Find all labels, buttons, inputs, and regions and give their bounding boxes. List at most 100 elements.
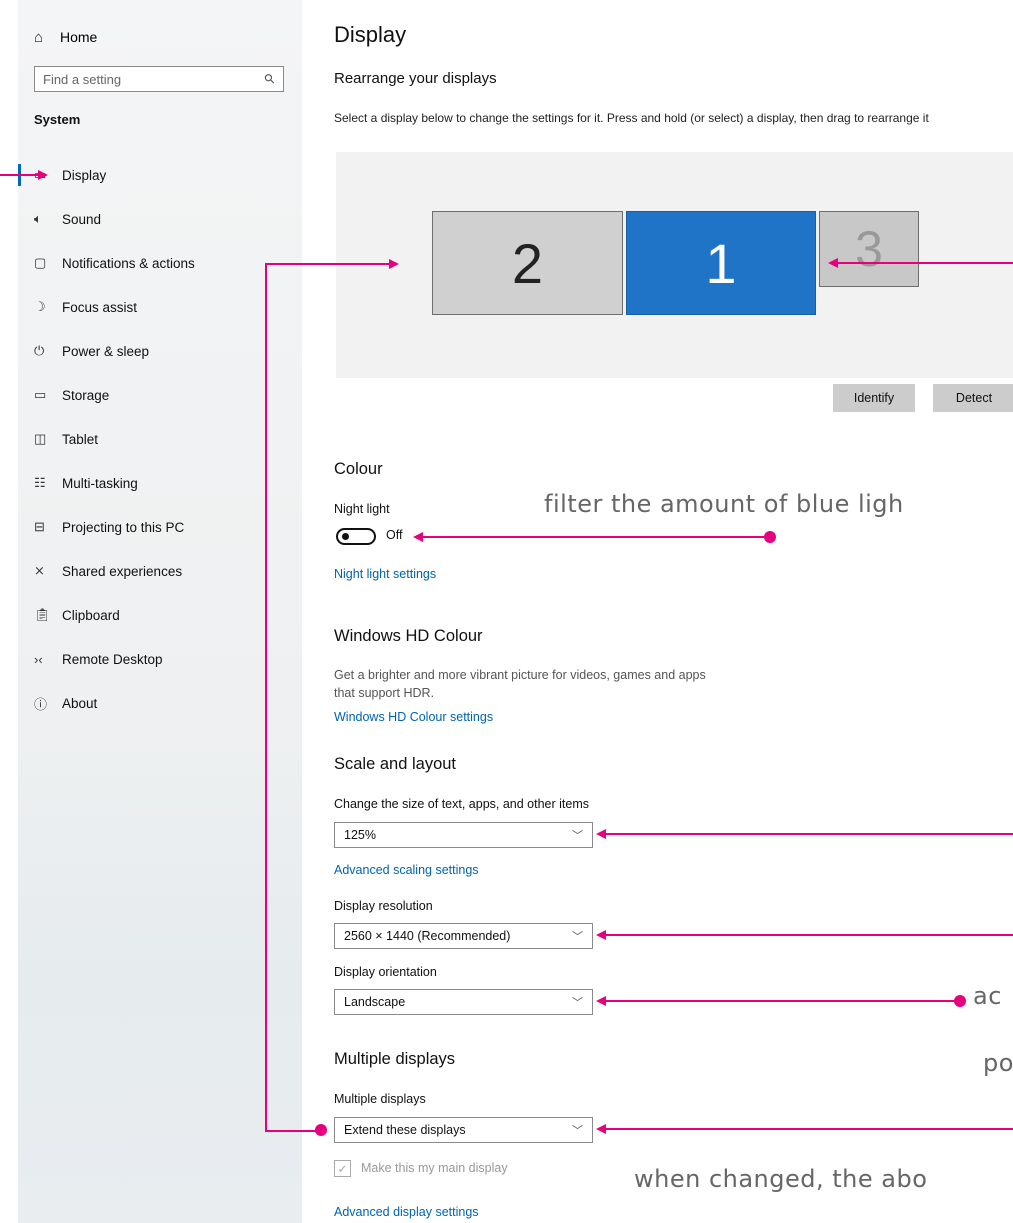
annotation-orientation-note-2: po	[983, 1049, 1013, 1077]
sidebar-item-label: Sound	[62, 211, 102, 227]
clipboard-icon: 📋︎	[34, 607, 51, 622]
orientation-label: Display orientation	[334, 965, 437, 979]
sidebar-item-label: Shared experiences	[62, 563, 183, 579]
speaker-icon: 🔈︎	[34, 211, 42, 226]
shared-icon: ⨯	[34, 563, 45, 578]
chevron-down-icon: ﹀	[572, 1125, 583, 1137]
multiple-displays-heading: Multiple displays	[334, 1050, 456, 1068]
sidebar-item-label: Power & sleep	[62, 343, 150, 359]
sidebar-item-multitasking[interactable]: ☷ Multi-tasking	[34, 472, 138, 494]
annotation-arrowhead	[38, 170, 48, 180]
sidebar-item-label: Projecting to this PC	[62, 519, 185, 535]
sidebar-item-label: Remote Desktop	[62, 651, 163, 667]
main-display-checkbox-label: Make this my main display	[361, 1161, 508, 1175]
sidebar-item-focus-assist[interactable]: ☽ Focus assist	[34, 296, 137, 318]
storage-icon: ▭	[34, 387, 47, 402]
tablet-icon: ◫	[34, 431, 47, 446]
detect-button[interactable]: Detect	[933, 384, 1013, 412]
sidebar-item-clipboard[interactable]: 📋︎ Clipboard	[34, 604, 120, 626]
remote-icon: ›‹	[34, 651, 43, 667]
annotation-multiple-note: when changed, the abo	[634, 1165, 928, 1193]
annotation-line	[604, 1128, 1013, 1130]
hd-colour-description-1: Get a brighter and more vibrant picture …	[334, 668, 706, 682]
sidebar-item-remote-desktop[interactable]: ›‹ Remote Desktop	[34, 648, 163, 670]
sidebar-item-label: Storage	[62, 387, 110, 403]
colour-heading: Colour	[334, 460, 383, 478]
chevron-down-icon: ﹀	[572, 830, 583, 842]
orientation-value: Landscape	[344, 995, 406, 1009]
resolution-label: Display resolution	[334, 899, 433, 913]
sidebar-item-label: Display	[62, 167, 107, 183]
sidebar-item-projecting[interactable]: ⊟ Projecting to this PC	[34, 516, 184, 538]
sidebar-item-about[interactable]: ⓘ About	[34, 692, 97, 714]
hd-colour-description-2: that support HDR.	[334, 686, 435, 700]
annotation-line	[265, 1130, 319, 1132]
sidebar-item-label: Focus assist	[62, 299, 138, 315]
search-placeholder: Find a setting	[43, 71, 122, 87]
multiple-displays-dropdown[interactable]: Extend these displays ﹀	[334, 1117, 593, 1143]
annotation-line	[265, 263, 267, 1132]
sidebar-item-storage[interactable]: ▭ Storage	[34, 384, 109, 406]
annotation-line	[836, 262, 1013, 264]
advanced-display-link[interactable]: Advanced display settings	[334, 1205, 479, 1219]
sidebar-item-sound[interactable]: 🔈︎ Sound	[34, 208, 101, 230]
night-light-state: Off	[386, 528, 403, 542]
multiple-displays-value: Extend these displays	[344, 1123, 466, 1137]
search-input[interactable]: Find a setting ⚲	[34, 66, 284, 92]
advanced-scaling-link[interactable]: Advanced scaling settings	[334, 863, 479, 877]
home-icon: ⌂	[34, 28, 44, 46]
annotation-arrowhead	[389, 259, 399, 269]
sidebar-item-notifications[interactable]: ▢ Notifications & actions	[34, 252, 195, 274]
size-label: Change the size of text, apps, and other…	[334, 797, 590, 811]
identify-button[interactable]: Identify	[833, 384, 915, 412]
sidebar-item-label: Tablet	[62, 431, 99, 447]
message-icon: ▢	[34, 255, 47, 270]
info-icon: ⓘ	[34, 696, 48, 712]
monitor-3[interactable]: 3	[819, 211, 919, 287]
resolution-dropdown[interactable]: 2560 × 1440 (Recommended) ﹀	[334, 923, 593, 949]
multiple-displays-label: Multiple displays	[334, 1092, 426, 1106]
night-light-settings-link[interactable]: Night light settings	[334, 567, 436, 581]
annotation-line	[604, 1000, 954, 1002]
multitask-icon: ☷	[34, 475, 46, 490]
display-arrangement-area[interactable]: 2 1 3	[336, 152, 1013, 378]
sidebar-item-label: Multi-tasking	[62, 475, 138, 491]
chevron-down-icon: ﹀	[572, 931, 583, 943]
sidebar-home[interactable]: ⌂ Home	[34, 26, 97, 48]
sidebar-item-power-sleep[interactable]: ⏻ Power & sleep	[34, 340, 149, 362]
sidebar: ⌂ Home Find a setting ⚲ System ▭ Display…	[18, 0, 302, 1223]
scale-value: 125%	[344, 828, 376, 842]
annotation-line	[604, 934, 1013, 936]
page-title: Display	[334, 22, 407, 47]
monitor-1[interactable]: 1	[626, 211, 816, 315]
sidebar-item-shared-experiences[interactable]: ⨯ Shared experiences	[34, 560, 182, 582]
annotation-orientation-note: ac	[973, 982, 1002, 1010]
annotation-line	[604, 833, 1013, 835]
resolution-value: 2560 × 1440 (Recommended)	[344, 929, 511, 943]
annotation-night-light-note: filter the amount of blue ligh	[544, 490, 904, 518]
hd-colour-settings-link[interactable]: Windows HD Colour settings	[334, 710, 493, 724]
hd-colour-heading: Windows HD Colour	[334, 627, 483, 645]
night-light-label: Night light	[334, 502, 390, 516]
moon-icon: ☽	[34, 299, 46, 314]
sidebar-item-tablet[interactable]: ◫ Tablet	[34, 428, 98, 450]
rearrange-description: Select a display below to change the set…	[334, 111, 929, 125]
monitor-2[interactable]: 2	[432, 211, 623, 315]
toggle-knob	[342, 533, 349, 540]
scale-dropdown[interactable]: 125% ﹀	[334, 822, 593, 848]
sidebar-section-title: System	[34, 112, 81, 127]
annotation-dot	[954, 995, 966, 1007]
home-label: Home	[60, 29, 98, 45]
annotation-line	[0, 174, 40, 176]
annotation-dot	[764, 531, 776, 543]
annotation-line	[265, 263, 389, 265]
night-light-toggle[interactable]	[336, 528, 376, 545]
power-icon: ⏻	[34, 343, 45, 358]
sidebar-item-label: Notifications & actions	[62, 255, 195, 271]
main-display-checkbox[interactable]: ✓	[334, 1160, 351, 1177]
projector-icon: ⊟	[34, 519, 45, 534]
annotation-line	[421, 536, 771, 538]
check-icon: ✓	[337, 1161, 348, 1176]
rearrange-heading: Rearrange your displays	[334, 70, 497, 87]
orientation-dropdown[interactable]: Landscape ﹀	[334, 989, 593, 1015]
